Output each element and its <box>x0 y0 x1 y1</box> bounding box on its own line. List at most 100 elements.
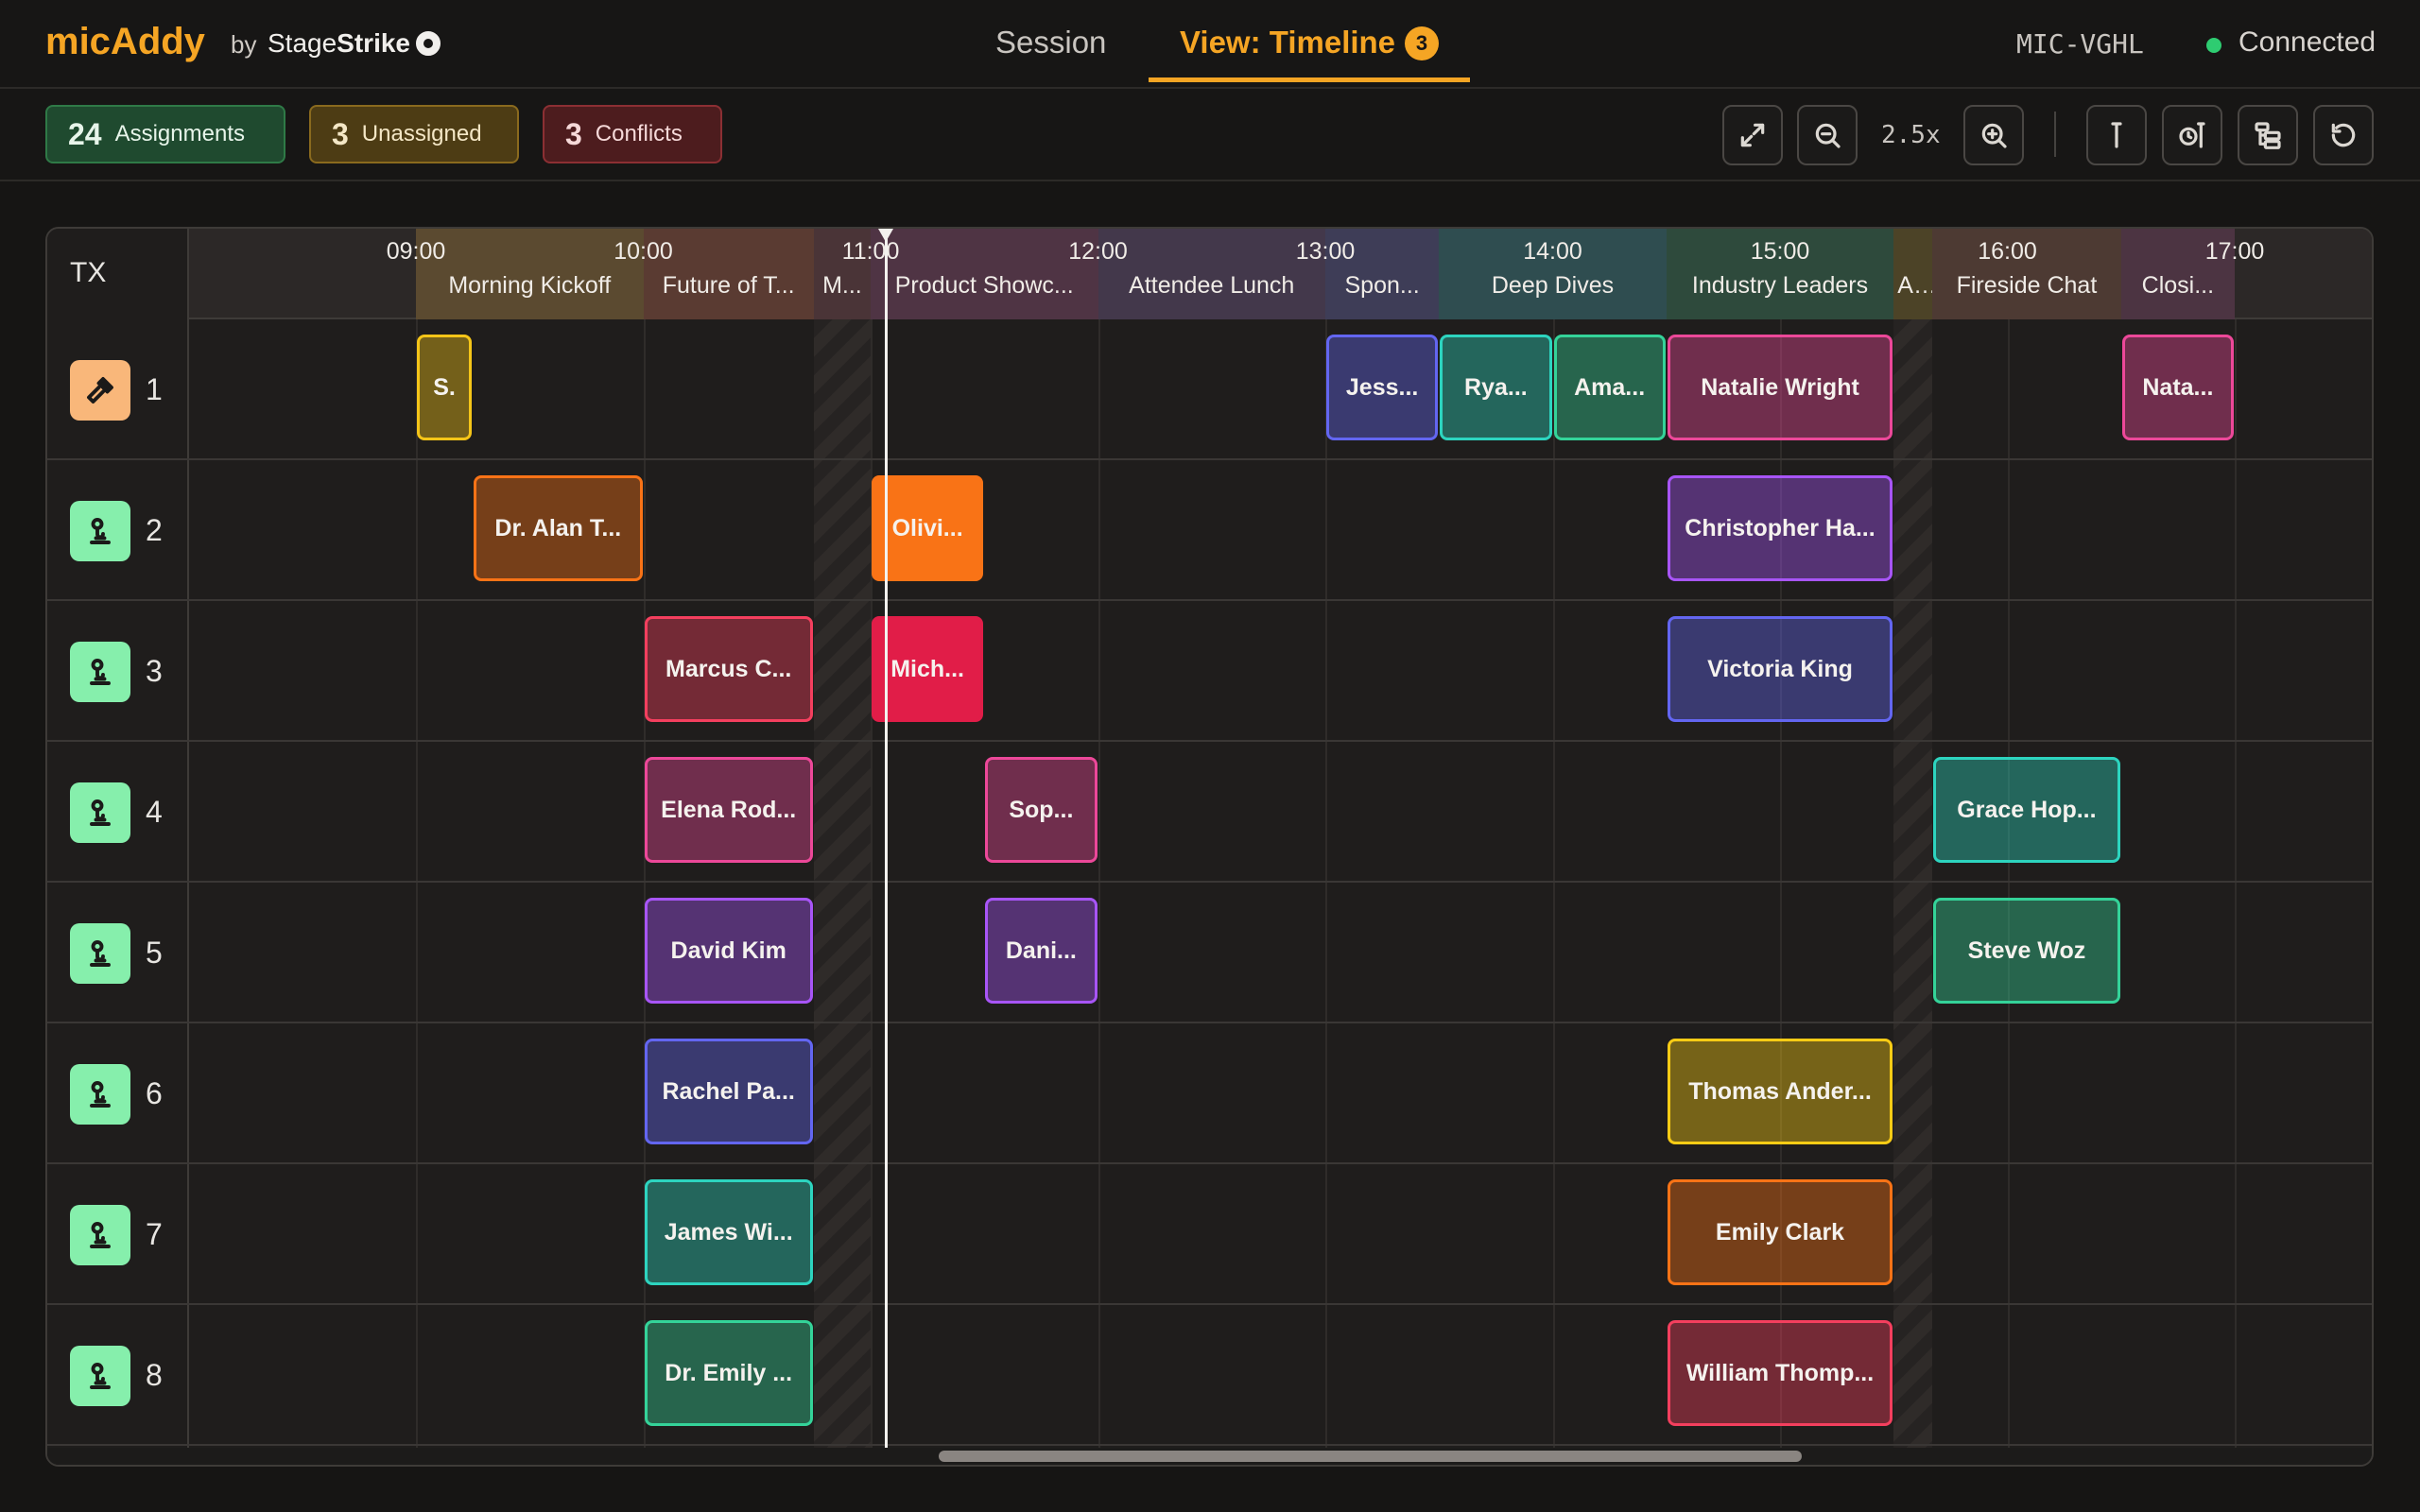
lavalier-icon[interactable] <box>70 642 130 702</box>
scrollbar-thumb[interactable] <box>939 1451 1802 1462</box>
timeline-grid[interactable]: Morning Kickoff Future of T... M... Product… <box>45 227 2374 1467</box>
assignment-label: David Kim <box>670 936 786 964</box>
layout-toggle-button[interactable] <box>2238 105 2298 165</box>
assignment-block[interactable]: Mich... <box>872 616 984 722</box>
tab-timeline[interactable]: View: Timeline <box>1180 25 1395 60</box>
company-prefix: Stage <box>268 28 337 58</box>
top-bar: micAddy by StageStrike Session View: Tim… <box>0 0 2420 89</box>
assignments-count: 24 <box>68 116 102 151</box>
company-name: StageStrike <box>268 28 410 59</box>
reset-button[interactable] <box>2313 105 2374 165</box>
assignment-label: S. <box>433 373 456 401</box>
assignment-block[interactable]: Rachel Pa... <box>644 1039 813 1144</box>
transmitter-row <box>47 319 2372 460</box>
assignment-block[interactable]: William Thomp... <box>1667 1320 1893 1426</box>
assignment-block[interactable]: Thomas Ander... <box>1667 1039 1893 1144</box>
stagestrike-logo-icon <box>416 31 441 56</box>
fit-to-screen-button[interactable] <box>1722 105 1783 165</box>
assignment-block[interactable]: Christopher Ha... <box>1667 475 1893 581</box>
toolbar-divider <box>2054 112 2056 157</box>
now-marker-button[interactable] <box>2086 105 2147 165</box>
assignment-block[interactable]: Emily Clark <box>1667 1179 1893 1285</box>
transmitter-row <box>47 1164 2372 1305</box>
assignment-block[interactable]: Ama... <box>1553 335 1666 440</box>
lavalier-icon[interactable] <box>70 501 130 561</box>
zoom-out-icon <box>1815 123 1841 148</box>
time-tick-label: 09:00 <box>386 238 446 265</box>
assignments-label: Assignments <box>114 121 245 146</box>
session-band[interactable]: Morning Kickoff <box>416 229 644 319</box>
transmitter-row <box>47 601 2372 742</box>
assignment-label: Nata... <box>2142 373 2214 401</box>
zoom-in-button[interactable] <box>1963 105 2024 165</box>
transmitter-number: 1 <box>146 372 163 406</box>
assignment-block[interactable]: Steve Woz <box>1933 898 2120 1004</box>
assignments-chip[interactable]: 24 Assignments <box>45 105 285 163</box>
zoom-level: 2.5x <box>1881 121 1941 149</box>
assignment-block[interactable]: Victoria King <box>1667 616 1893 722</box>
session-name: Spon... <box>1344 272 1420 299</box>
reset-icon <box>2331 123 2356 147</box>
session-name: M... <box>822 272 862 299</box>
microphone-icon[interactable] <box>70 360 130 421</box>
transmitter-number: 5 <box>146 936 163 970</box>
assignment-label: Sop... <box>1009 796 1074 823</box>
session-name: Deep Dives <box>1491 272 1615 299</box>
expand-icon <box>1740 123 1765 147</box>
assignment-block[interactable]: Elena Rod... <box>644 757 813 863</box>
tab-session[interactable]: Session <box>995 25 1106 60</box>
assignment-block[interactable]: Dani... <box>985 898 1098 1004</box>
lavalier-icon[interactable] <box>70 782 130 843</box>
tx-header: TX <box>70 257 107 288</box>
unassigned-chip[interactable]: 3 Unassigned <box>309 105 519 163</box>
time-tick-label: 11:00 <box>841 238 900 265</box>
session-name: Morning Kickoff <box>448 272 612 299</box>
transmitter-row <box>47 1305 2372 1446</box>
lavalier-icon[interactable] <box>70 1064 130 1125</box>
assignment-label: Dr. Alan T... <box>494 514 622 541</box>
assignment-block[interactable]: Olivi... <box>872 475 984 581</box>
assignment-label: William Thomp... <box>1685 1359 1875 1386</box>
conflicts-chip[interactable]: 3 Conflicts <box>543 105 722 163</box>
transmitter-row <box>47 460 2372 601</box>
app-logo[interactable]: micAddy <box>45 21 205 63</box>
lavalier-icon[interactable] <box>70 1205 130 1265</box>
assignment-block[interactable]: Grace Hop... <box>1933 757 2120 863</box>
session-band[interactable]: Product Showc... <box>871 229 1098 319</box>
assignment-block[interactable]: James Wi... <box>644 1179 813 1285</box>
transmitter-number: 8 <box>146 1358 163 1392</box>
assignment-label: Emily Clark <box>1715 1218 1845 1246</box>
session-band[interactable]: Attendee Lunch <box>1098 229 1325 319</box>
time-tick-label: 16:00 <box>1978 238 2037 265</box>
lavalier-icon[interactable] <box>70 1346 130 1406</box>
session-name: A... <box>1897 272 1933 299</box>
zoom-out-button[interactable] <box>1797 105 1858 165</box>
assignment-block[interactable]: Dr. Alan T... <box>474 475 643 581</box>
transmitter-number: 6 <box>146 1076 163 1110</box>
assignment-block[interactable]: David Kim <box>644 898 813 1004</box>
toolbar: 24 Assignments 3 Unassigned 3 Conflicts … <box>0 89 2420 181</box>
row-divider <box>47 881 189 883</box>
lavalier-icon[interactable] <box>70 923 130 984</box>
assignment-label: James Wi... <box>664 1218 793 1246</box>
jump-to-now-button[interactable] <box>2162 105 2222 165</box>
device-id: MIC-VGHL <box>2016 28 2144 60</box>
assignment-block[interactable]: Dr. Emily ... <box>644 1320 813 1426</box>
session-band[interactable]: A... <box>1893 229 1933 319</box>
row-divider <box>47 599 189 601</box>
session-name: Attendee Lunch <box>1129 272 1295 299</box>
assignment-label: Rachel Pa... <box>662 1077 795 1105</box>
assignment-block[interactable]: Nata... <box>2121 335 2234 440</box>
layout-icon <box>2255 122 2281 149</box>
assignment-block[interactable]: Marcus C... <box>644 616 813 722</box>
assignment-block[interactable]: S. <box>417 335 473 440</box>
row-divider <box>47 740 189 742</box>
transmitter-number: 3 <box>146 654 163 688</box>
assignment-block[interactable]: Rya... <box>1440 335 1552 440</box>
assignment-block[interactable]: Jess... <box>1326 335 1439 440</box>
assignment-block[interactable]: Sop... <box>985 757 1098 863</box>
transmitter-row <box>47 1023 2372 1164</box>
assignment-block[interactable]: Natalie Wright <box>1667 335 1893 440</box>
transmitter-number: 7 <box>146 1217 163 1251</box>
time-tick-label: 17:00 <box>2204 238 2265 265</box>
